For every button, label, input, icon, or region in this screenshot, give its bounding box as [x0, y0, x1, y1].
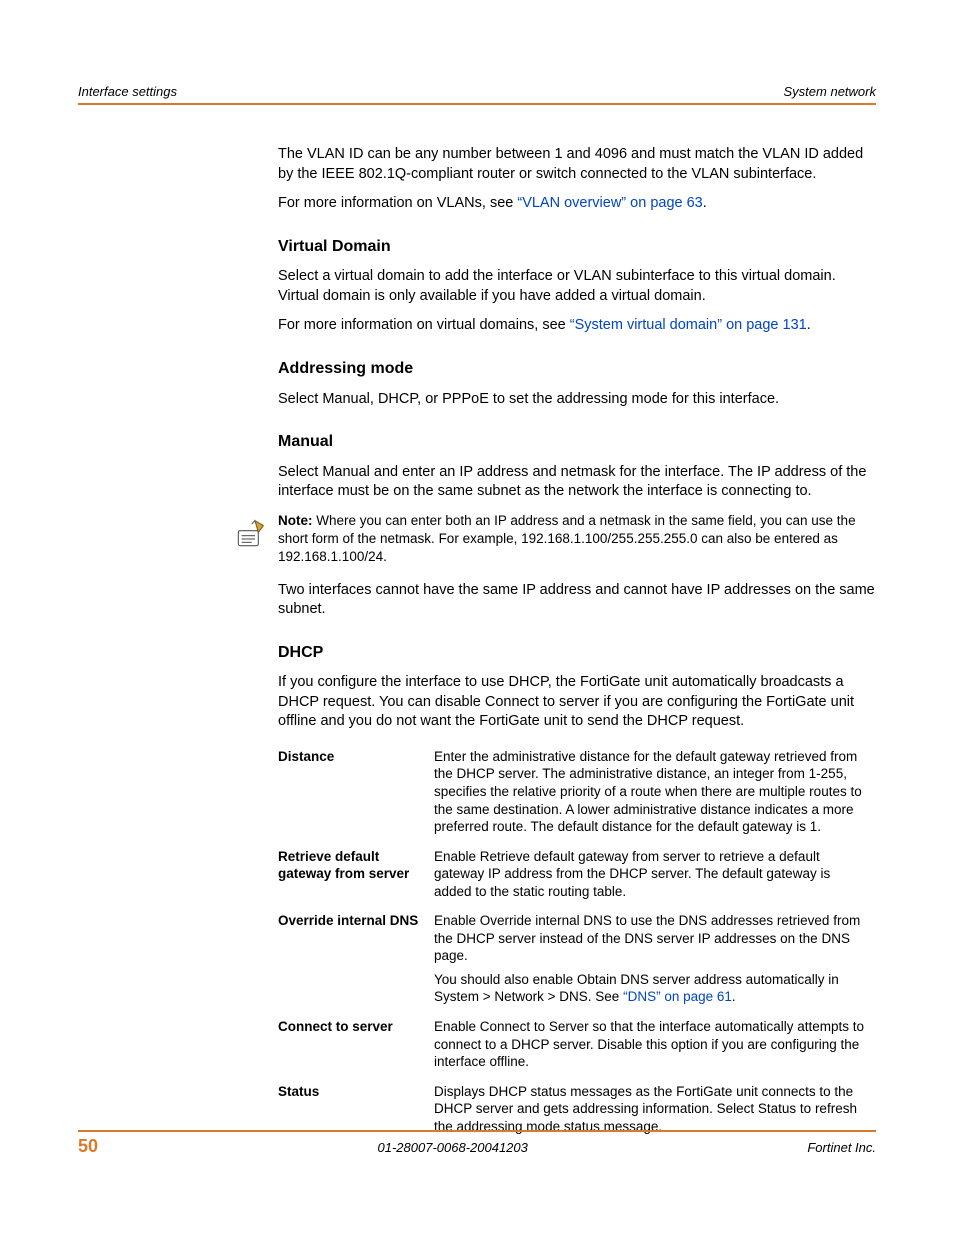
term-override-internal-dns: Override internal DNS	[278, 906, 434, 1012]
note-text: Note: Where you can enter both an IP add…	[278, 512, 876, 567]
desc-override-internal-dns: Enable Override internal DNS to use the …	[434, 906, 876, 1012]
desc-connect-to-server: Enable Connect to Server so that the int…	[434, 1012, 876, 1077]
paragraph: For more information on virtual domains,…	[278, 316, 876, 336]
paragraph: If you configure the interface to use DH…	[278, 673, 876, 732]
term-retrieve-default-gateway: Retrieve default gateway from server	[278, 842, 434, 907]
main-content: The VLAN ID can be any number between 1 …	[278, 145, 876, 1141]
table-row: Connect to server Enable Connect to Serv…	[278, 1012, 876, 1077]
paragraph: Select Manual, DHCP, or PPPoE to set the…	[278, 390, 876, 410]
desc-retrieve-default-gateway: Enable Retrieve default gateway from ser…	[434, 842, 876, 907]
note-icon	[230, 514, 272, 561]
paragraph: Select Manual and enter an IP address an…	[278, 463, 876, 502]
header-right: System network	[784, 84, 876, 99]
page-number: 50	[78, 1136, 98, 1157]
table-row: Retrieve default gateway from server Ena…	[278, 842, 876, 907]
heading-manual: Manual	[278, 431, 876, 453]
heading-dhcp: DHCP	[278, 642, 876, 664]
paragraph: Select a virtual domain to add the inter…	[278, 267, 876, 306]
note-block: Note: Where you can enter both an IP add…	[230, 512, 876, 567]
paragraph: Two interfaces cannot have the same IP a…	[278, 581, 876, 620]
link-vlan-overview[interactable]: “VLAN overview” on page 63	[517, 195, 702, 211]
link-dns[interactable]: “DNS” on page 61	[623, 989, 732, 1004]
table-row: Distance Enter the administrative distan…	[278, 742, 876, 842]
document-id: 01-28007-0068-20041203	[378, 1140, 528, 1155]
term-connect-to-server: Connect to server	[278, 1012, 434, 1077]
paragraph: For more information on VLANs, see “VLAN…	[278, 194, 876, 214]
link-system-virtual-domain[interactable]: “System virtual domain” on page 131	[570, 317, 807, 333]
heading-virtual-domain: Virtual Domain	[278, 236, 876, 258]
heading-addressing-mode: Addressing mode	[278, 358, 876, 380]
page-footer: 50 01-28007-0068-20041203 Fortinet Inc.	[78, 1130, 876, 1157]
brand-name: Fortinet Inc.	[807, 1140, 876, 1155]
paragraph: The VLAN ID can be any number between 1 …	[278, 145, 876, 184]
desc-distance: Enter the administrative distance for th…	[434, 742, 876, 842]
running-header: Interface settings System network	[78, 84, 876, 105]
dhcp-options-table: Distance Enter the administrative distan…	[278, 742, 876, 1141]
header-left: Interface settings	[78, 84, 177, 99]
term-distance: Distance	[278, 742, 434, 842]
table-row: Override internal DNS Enable Override in…	[278, 906, 876, 1012]
